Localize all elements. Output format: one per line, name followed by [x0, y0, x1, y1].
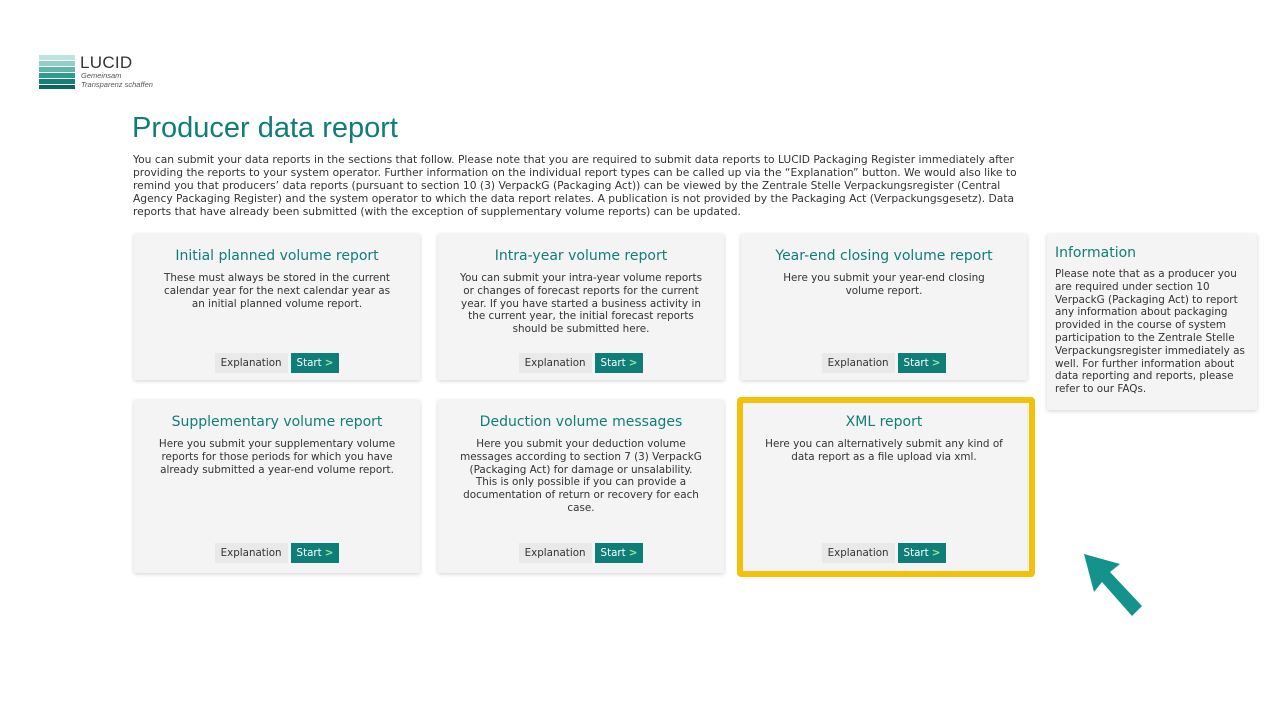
card-description: These must always be stored in the curre…	[163, 272, 390, 310]
card-description: Here you submit your year-end closing vo…	[783, 272, 985, 297]
explanation-button[interactable]: Explanation	[214, 353, 288, 373]
card-title: Year-end closing volume report	[775, 248, 993, 264]
card-title: Initial planned volume report	[175, 248, 379, 264]
info-text: Please note that as a producer you are r…	[1055, 268, 1245, 396]
lucid-logo[interactable]: LUCID Gemeinsam Transparenz schaffen	[39, 53, 169, 93]
pointer-arrow-icon	[1084, 554, 1142, 616]
chevron-right-icon: >	[628, 357, 638, 369]
card-initial-planned-volume-report: Initial planned volume report These must…	[134, 234, 420, 380]
start-label: Start	[600, 547, 626, 559]
start-button[interactable]: Start >	[290, 353, 340, 373]
card-intra-year-volume-report: Intra-year volume report You can submit …	[438, 234, 724, 380]
start-label: Start	[296, 357, 322, 369]
card-actions: Explanation Start >	[134, 353, 420, 373]
card-actions: Explanation Start >	[134, 543, 420, 563]
explanation-button[interactable]: Explanation	[518, 543, 592, 563]
intro-text: You can submit your data reports in the …	[133, 153, 1017, 218]
info-title: Information	[1055, 245, 1137, 261]
card-actions: Explanation Start >	[438, 353, 724, 373]
card-title: Intra-year volume report	[494, 248, 668, 264]
page-title: Producer data report	[132, 112, 398, 144]
card-description: You can submit your intra-year volume re…	[460, 272, 703, 336]
start-label: Start	[296, 547, 322, 559]
logo-tagline: Gemeinsam Transparenz schaffen	[81, 71, 153, 89]
chevron-right-icon: >	[628, 547, 638, 559]
explanation-button[interactable]: Explanation	[821, 353, 895, 373]
card-description: Here you submit your deduction volume me…	[460, 438, 702, 514]
start-button[interactable]: Start >	[594, 353, 644, 373]
start-button[interactable]: Start >	[594, 543, 644, 563]
xml-report-highlight	[737, 397, 1035, 577]
explanation-button[interactable]: Explanation	[214, 543, 288, 563]
start-label: Start	[600, 357, 626, 369]
lucid-logo-mark-icon	[39, 55, 75, 89]
logo-tagline-line-2: Transparenz schaffen	[81, 79, 153, 89]
chevron-right-icon: >	[324, 547, 334, 559]
explanation-button[interactable]: Explanation	[518, 353, 592, 373]
card-supplementary-volume-report: Supplementary volume report Here you sub…	[134, 400, 420, 573]
card-description: Here you submit your supplementary volum…	[158, 438, 396, 476]
start-label: Start	[903, 357, 929, 369]
card-actions: Explanation Start >	[438, 543, 724, 563]
start-button[interactable]: Start >	[897, 353, 947, 373]
information-box: Information Please note that as a produc…	[1047, 234, 1257, 410]
card-actions: Explanation Start >	[741, 353, 1027, 373]
card-title: Supplementary volume report	[171, 414, 383, 430]
chevron-right-icon: >	[931, 357, 941, 369]
start-button[interactable]: Start >	[290, 543, 340, 563]
card-deduction-volume-messages: Deduction volume messages Here you submi…	[438, 400, 724, 573]
chevron-right-icon: >	[324, 357, 334, 369]
card-title: Deduction volume messages	[479, 414, 683, 430]
logo-name: LUCID	[80, 53, 133, 72]
card-year-end-closing-volume-report: Year-end closing volume report Here you …	[741, 234, 1027, 380]
